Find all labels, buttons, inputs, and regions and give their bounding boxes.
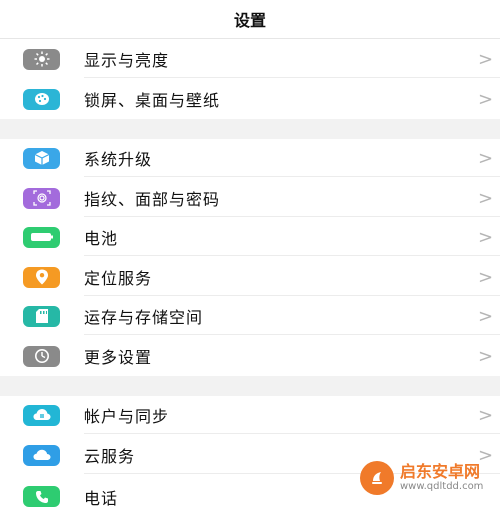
account-sync-icon	[23, 404, 60, 426]
settings-item-system-update[interactable]: 系统升级 >	[0, 139, 500, 177]
sd-card-icon	[23, 305, 60, 327]
row-divider	[84, 295, 500, 296]
watermark-title: 启东安卓网	[400, 461, 481, 481]
settings-item-label: 更多设置	[84, 348, 153, 367]
chevron-right-icon: >	[478, 345, 494, 367]
settings-item-fingerprint-face-password[interactable]: 指纹、面部与密码 >	[0, 179, 500, 217]
chevron-right-icon: >	[478, 305, 494, 327]
palette-icon	[23, 88, 60, 110]
section-divider	[0, 376, 500, 396]
row-divider	[84, 176, 500, 177]
row-divider	[84, 255, 500, 256]
update-box-icon	[23, 147, 60, 169]
settings-item-display-brightness[interactable]: 显示与亮度 >	[0, 40, 500, 78]
location-pin-icon	[23, 266, 60, 288]
row-divider	[84, 334, 500, 335]
watermark-logo-icon	[360, 460, 394, 495]
watermark: 启东安卓网 www.qdltdd.com	[360, 455, 500, 500]
watermark-url: www.qdltdd.com	[400, 480, 484, 492]
settings-item-label: 云服务	[84, 447, 136, 466]
settings-item-more-settings[interactable]: 更多设置 >	[0, 337, 500, 375]
watermark-text: 启东安卓网 www.qdltdd.com	[400, 461, 484, 493]
top-bar: 设置	[0, 0, 500, 39]
settings-item-memory-storage[interactable]: 运存与存储空间 >	[0, 297, 500, 335]
chevron-right-icon: >	[478, 187, 494, 209]
settings-item-label: 运存与存储空间	[84, 308, 204, 327]
chevron-right-icon: >	[478, 404, 494, 426]
page-title: 设置	[233, 11, 266, 30]
settings-item-label: 定位服务	[84, 269, 153, 288]
phone-icon	[23, 486, 60, 507]
settings-item-label: 显示与亮度	[84, 51, 170, 70]
section-divider	[0, 119, 500, 139]
fingerprint-icon	[23, 187, 60, 209]
row-divider	[84, 216, 500, 217]
settings-item-label: 系统升级	[84, 150, 153, 169]
settings-item-label: 锁屏、桌面与壁纸	[84, 91, 221, 110]
chevron-right-icon: >	[478, 226, 494, 248]
chevron-right-icon: >	[478, 266, 494, 288]
settings-item-label: 帐户与同步	[84, 407, 170, 426]
settings-item-label: 指纹、面部与密码	[84, 190, 221, 209]
gear-icon	[23, 345, 60, 367]
cloud-icon	[23, 444, 60, 466]
chevron-right-icon: >	[478, 48, 494, 70]
settings-item-label: 电池	[84, 229, 119, 248]
chevron-right-icon: >	[478, 88, 494, 110]
brightness-icon	[23, 48, 60, 70]
settings-item-label: 电话	[84, 489, 119, 508]
settings-item-lockscreen-wallpaper[interactable]: 锁屏、桌面与壁纸 >	[0, 80, 500, 118]
settings-item-location-services[interactable]: 定位服务 >	[0, 258, 500, 296]
settings-item-battery[interactable]: 电池 >	[0, 218, 500, 256]
row-divider	[84, 433, 500, 434]
chevron-right-icon: >	[478, 147, 494, 169]
battery-icon	[23, 226, 60, 248]
row-divider	[84, 77, 500, 78]
settings-item-account-sync[interactable]: 帐户与同步 >	[0, 396, 500, 434]
